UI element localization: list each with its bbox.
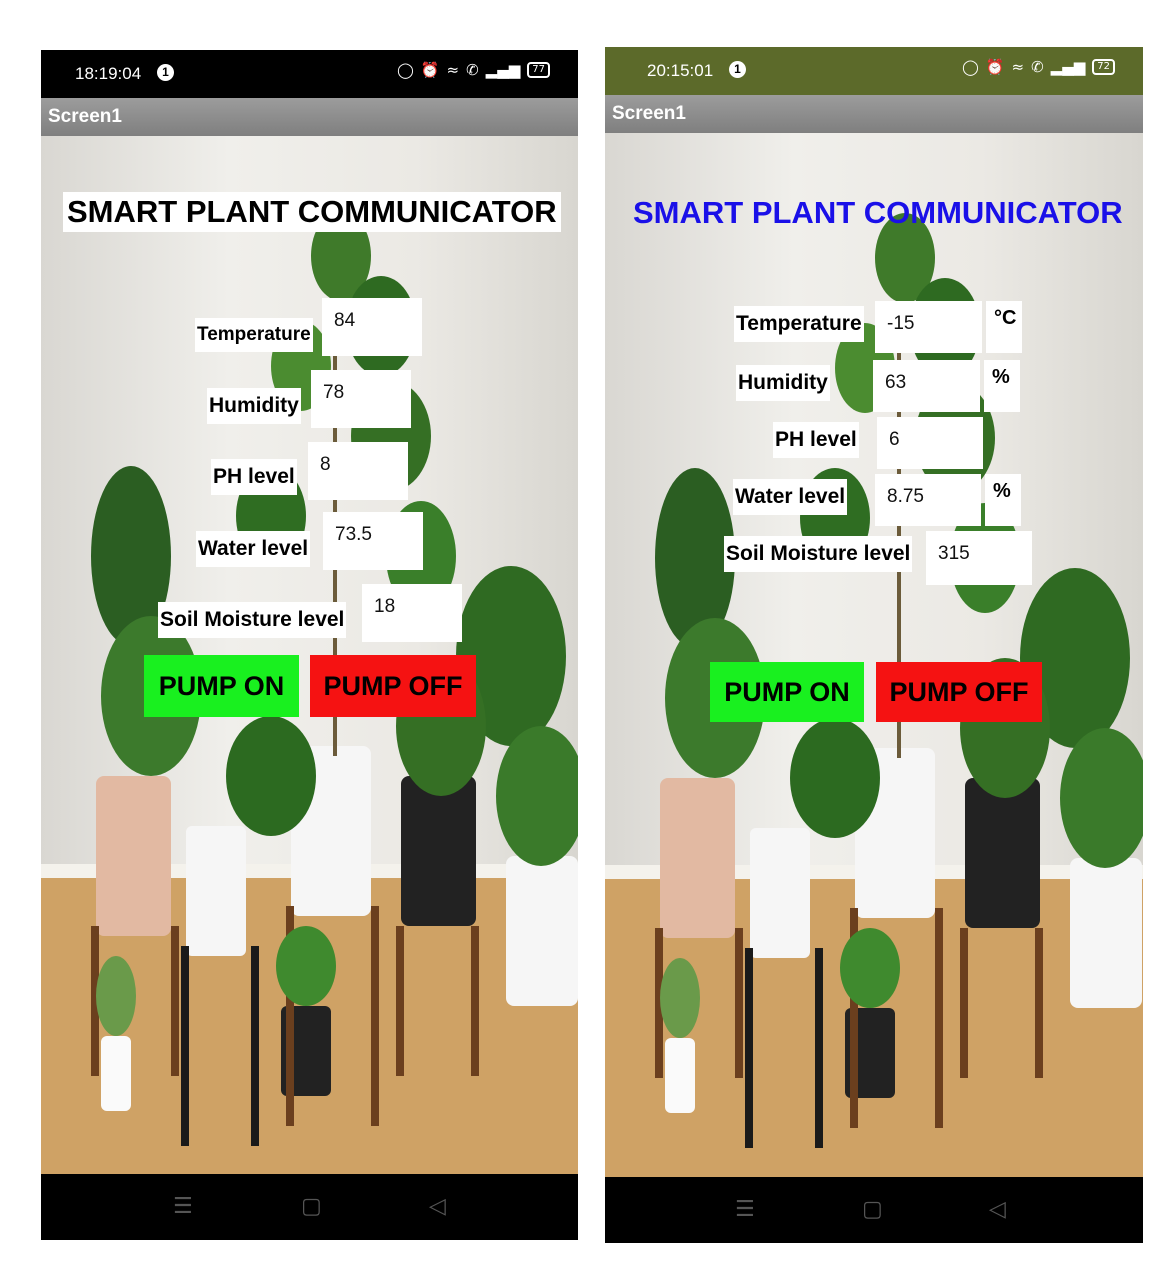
app-title-bar: Screen1 <box>605 95 1143 133</box>
temperature-label: Temperature <box>195 318 313 352</box>
battery-icon: 72 <box>1092 59 1115 75</box>
battery-icon: 77 <box>527 62 550 78</box>
water-level-field[interactable]: 73.5 <box>323 512 423 570</box>
call-icon: ✆ <box>1031 58 1044 76</box>
wifi-icon: ≈ <box>1011 58 1025 76</box>
menu-icon[interactable]: ☰ <box>173 1194 193 1219</box>
pump-off-button[interactable]: PUMP OFF <box>876 662 1042 722</box>
soil-moisture-field[interactable]: 315 <box>926 531 1032 585</box>
alarm-icon: ⏰ <box>985 58 1005 76</box>
back-icon[interactable]: ◁ <box>429 1194 446 1219</box>
soil-moisture-label: Soil Moisture level <box>724 536 913 572</box>
alarm-icon: ⏰ <box>420 61 440 79</box>
home-icon[interactable]: ▢ <box>862 1197 883 1222</box>
temperature-field[interactable]: -15 <box>875 301 982 353</box>
status-bar: 18:19:04 1 ◯ ⏰ ≈ ✆ ▂▄▆ 77 <box>41 50 578 98</box>
phone-screenshot-right: 20:15:01 1 ◯ ⏰ ≈ ✆ ▂▄▆ 72 Screen1 SMART … <box>605 47 1143 1243</box>
app-screen: SMART PLANT COMMUNICATOR Temperature -15… <box>605 133 1143 1177</box>
water-level-field[interactable]: 8.75 <box>875 474 981 526</box>
navigation-bar: ☰ ▢ ◁ <box>605 1177 1143 1243</box>
back-icon[interactable]: ◁ <box>989 1197 1006 1222</box>
status-bar: 20:15:01 1 ◯ ⏰ ≈ ✆ ▂▄▆ 72 <box>605 47 1143 95</box>
water-level-label: Water level <box>196 531 311 567</box>
soil-moisture-field[interactable]: 18 <box>362 584 462 642</box>
app-screen: SMART PLANT COMMUNICATOR Temperature 84 … <box>41 136 578 1174</box>
notification-badge: 1 <box>157 64 174 81</box>
plant-background-image <box>605 133 1143 1177</box>
temperature-unit: °C <box>986 301 1022 353</box>
pump-off-button[interactable]: PUMP OFF <box>310 655 476 717</box>
screen-title: Screen1 <box>612 103 686 124</box>
temperature-field[interactable]: 84 <box>322 298 422 356</box>
menu-icon[interactable]: ☰ <box>735 1197 755 1222</box>
signal-icon: ▂▄▆ <box>1050 58 1086 76</box>
humidity-label: Humidity <box>207 388 301 424</box>
water-drop-icon: ◯ <box>397 61 414 79</box>
status-time: 18:19:04 <box>75 64 142 83</box>
humidity-field[interactable]: 78 <box>311 370 411 428</box>
app-title-bar: Screen1 <box>41 98 578 136</box>
temperature-label: Temperature <box>734 306 864 342</box>
ph-level-field[interactable]: 8 <box>308 442 408 500</box>
home-icon[interactable]: ▢ <box>301 1194 322 1219</box>
app-title: SMART PLANT COMMUNICATOR <box>633 195 1123 230</box>
water-drop-icon: ◯ <box>962 58 979 76</box>
plants-illustration <box>605 213 1143 1177</box>
wifi-icon: ≈ <box>446 61 460 79</box>
pump-on-button[interactable]: PUMP ON <box>144 655 299 717</box>
water-level-unit: % <box>985 474 1021 526</box>
water-level-label: Water level <box>733 479 848 515</box>
call-icon: ✆ <box>466 61 479 79</box>
humidity-unit: % <box>984 360 1020 412</box>
signal-icon: ▂▄▆ <box>485 61 521 79</box>
status-icons: ◯ ⏰ ≈ ✆ ▂▄▆ 77 <box>397 61 550 79</box>
soil-moisture-label: Soil Moisture level <box>158 602 347 638</box>
notification-badge: 1 <box>729 61 746 78</box>
screen-title: Screen1 <box>48 106 122 127</box>
status-time: 20:15:01 <box>647 61 714 80</box>
pump-on-button[interactable]: PUMP ON <box>710 662 864 722</box>
ph-level-field[interactable]: 6 <box>877 417 983 469</box>
navigation-bar: ☰ ▢ ◁ <box>41 1174 578 1240</box>
phone-screenshot-left: 18:19:04 1 ◯ ⏰ ≈ ✆ ▂▄▆ 77 Screen1 SMART … <box>41 50 578 1240</box>
ph-level-label: PH level <box>773 422 859 458</box>
ph-level-label: PH level <box>211 459 297 495</box>
humidity-field[interactable]: 63 <box>873 360 980 412</box>
app-title: SMART PLANT COMMUNICATOR <box>63 192 561 232</box>
status-icons: ◯ ⏰ ≈ ✆ ▂▄▆ 72 <box>962 58 1115 76</box>
humidity-label: Humidity <box>736 365 830 401</box>
